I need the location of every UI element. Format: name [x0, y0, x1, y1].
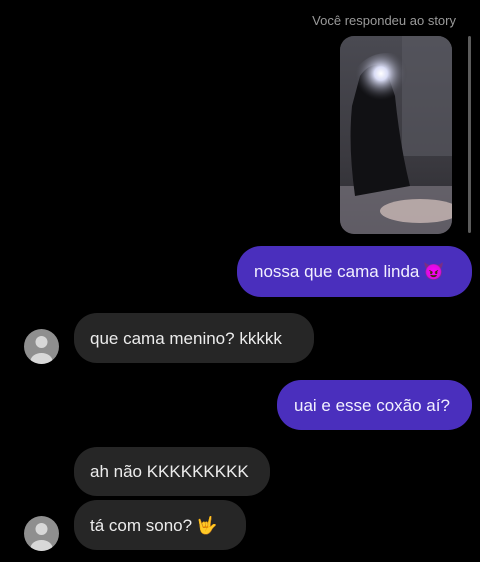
rock-on-hand-emoji-icon: 🤟	[196, 515, 218, 535]
story-thumbnail[interactable]	[340, 36, 452, 234]
sender-avatar[interactable]	[24, 329, 59, 364]
message-bubble-outgoing[interactable]: nossa que cama linda 😈	[237, 246, 472, 297]
message-text: que cama menino? kkkkk	[90, 328, 282, 348]
message-bubble-incoming[interactable]: que cama menino? kkkkk	[74, 313, 314, 363]
avatar-placeholder-icon	[30, 336, 53, 364]
message-bubble-incoming[interactable]: ah não KKKKKKKKK	[74, 447, 270, 496]
message-bubble-incoming[interactable]: tá com sono? 🤟	[74, 500, 246, 550]
message-text: ah não KKKKKKKKK	[90, 462, 249, 481]
message-text: uai e esse coxão aí?	[294, 395, 450, 415]
message-bubble-outgoing[interactable]: uai e esse coxão aí?	[277, 380, 472, 430]
avatar-placeholder-icon	[30, 523, 53, 551]
story-reply-bar	[468, 36, 471, 233]
story-reply-note: Você respondeu ao story	[312, 13, 456, 28]
story-image	[340, 36, 452, 234]
sender-avatar[interactable]	[24, 516, 59, 551]
smiling-devil-emoji-icon: 😈	[423, 262, 445, 281]
message-text: nossa que cama linda	[254, 262, 420, 281]
message-text: tá com sono?	[90, 515, 193, 535]
